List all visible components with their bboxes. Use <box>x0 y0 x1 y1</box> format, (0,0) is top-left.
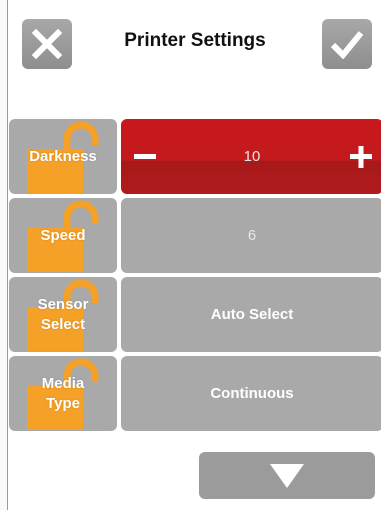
minus-icon <box>134 153 156 159</box>
checkmark-icon <box>330 31 364 59</box>
media-type-value-field[interactable]: Continuous <box>121 356 381 431</box>
setting-label-tile[interactable]: Sensor Select <box>9 277 117 352</box>
setting-value: Continuous <box>210 385 294 402</box>
speed-value-field[interactable]: 6 <box>121 198 381 273</box>
window-frame-edge <box>0 0 8 510</box>
plus-icon <box>350 145 372 168</box>
setting-label-tile[interactable]: Speed <box>9 198 117 273</box>
setting-label-tile[interactable]: Darkness <box>9 119 117 194</box>
setting-value: 10 <box>243 148 261 165</box>
page-title: Printer Settings <box>124 30 266 51</box>
sensor-select-value-field[interactable]: Auto Select <box>121 277 381 352</box>
confirm-button[interactable] <box>322 19 372 69</box>
setting-value: 6 <box>247 227 257 244</box>
next-page-button[interactable] <box>199 452 375 499</box>
down-arrow-icon <box>270 463 304 488</box>
setting-value: Auto Select <box>210 306 294 323</box>
setting-label: Darkness <box>29 147 97 165</box>
setting-label-tile[interactable]: Media Type <box>9 356 117 431</box>
increment-button[interactable] <box>341 119 381 194</box>
setting-label: Media Type <box>41 374 85 412</box>
setting-label: Sensor Select <box>37 295 89 333</box>
darkness-value-field[interactable]: 10 <box>121 119 381 194</box>
close-icon <box>32 29 62 59</box>
decrement-button[interactable] <box>125 119 165 194</box>
close-button[interactable] <box>22 19 72 69</box>
setting-label: Speed <box>40 226 86 244</box>
